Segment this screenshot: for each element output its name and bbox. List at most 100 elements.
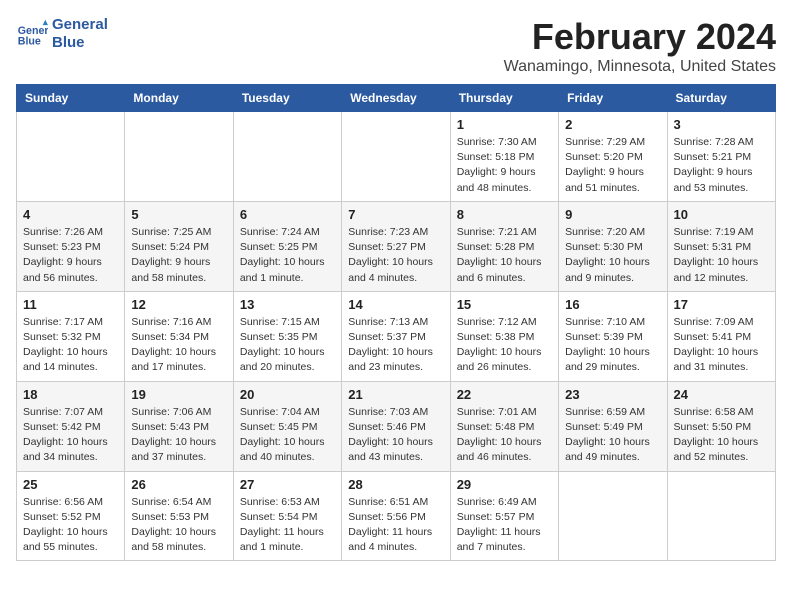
day-number: 18 bbox=[23, 387, 118, 402]
day-number: 6 bbox=[240, 207, 335, 222]
day-number: 12 bbox=[131, 297, 226, 312]
calendar-cell: 20 Sunrise: 7:04 AM Sunset: 5:45 PM Dayli… bbox=[233, 381, 341, 471]
calendar-week-row: 25Sunrise: 6:56 AM Sunset: 5:52 PM Dayli… bbox=[17, 471, 776, 561]
calendar-week-row: 18 Sunrise: 7:07 AM Sunset: 5:42 PM Dayli… bbox=[17, 381, 776, 471]
day-info: Sunrise: 7:30 AM Sunset: 5:18 PM Dayligh… bbox=[457, 135, 552, 196]
calendar-cell: 7 Sunrise: 7:23 AM Sunset: 5:27 PM Daylig… bbox=[342, 201, 450, 291]
weekday-header-wednesday: Wednesday bbox=[342, 85, 450, 112]
day-number: 19 bbox=[131, 387, 226, 402]
calendar-cell: 3Sunrise: 7:28 AM Sunset: 5:21 PM Daylig… bbox=[667, 112, 775, 202]
day-info: Sunrise: 7:06 AM Sunset: 5:43 PM Dayligh… bbox=[131, 405, 226, 466]
weekday-header-sunday: Sunday bbox=[17, 85, 125, 112]
day-number: 27 bbox=[240, 477, 335, 492]
calendar-cell: 25Sunrise: 6:56 AM Sunset: 5:52 PM Dayli… bbox=[17, 471, 125, 561]
day-info: Sunrise: 7:07 AM Sunset: 5:42 PM Dayligh… bbox=[23, 405, 118, 466]
day-number: 23 bbox=[565, 387, 660, 402]
day-number: 9 bbox=[565, 207, 660, 222]
day-info: Sunrise: 7:29 AM Sunset: 5:20 PM Dayligh… bbox=[565, 135, 660, 196]
day-info: Sunrise: 7:03 AM Sunset: 5:46 PM Dayligh… bbox=[348, 405, 443, 466]
svg-text:Blue: Blue bbox=[18, 36, 41, 48]
calendar-cell: 4 Sunrise: 7:26 AM Sunset: 5:23 PM Daylig… bbox=[17, 201, 125, 291]
day-info: Sunrise: 6:53 AM Sunset: 5:54 PM Dayligh… bbox=[240, 495, 335, 556]
day-info: Sunrise: 6:49 AM Sunset: 5:57 PM Dayligh… bbox=[457, 495, 552, 556]
day-info: Sunrise: 6:54 AM Sunset: 5:53 PM Dayligh… bbox=[131, 495, 226, 556]
calendar-cell: 5Sunrise: 7:25 AM Sunset: 5:24 PM Daylig… bbox=[125, 201, 233, 291]
day-info: Sunrise: 7:01 AM Sunset: 5:48 PM Dayligh… bbox=[457, 405, 552, 466]
day-number: 4 bbox=[23, 207, 118, 222]
calendar-cell: 12 Sunrise: 7:16 AM Sunset: 5:34 PM Dayli… bbox=[125, 291, 233, 381]
day-info: Sunrise: 7:13 AM Sunset: 5:37 PM Dayligh… bbox=[348, 315, 443, 376]
calendar-cell bbox=[17, 112, 125, 202]
day-info: Sunrise: 7:04 AM Sunset: 5:45 PM Dayligh… bbox=[240, 405, 335, 466]
calendar-cell: 26 Sunrise: 6:54 AM Sunset: 5:53 PM Dayli… bbox=[125, 471, 233, 561]
calendar-cell: 22 Sunrise: 7:01 AM Sunset: 5:48 PM Dayli… bbox=[450, 381, 558, 471]
day-info: Sunrise: 6:51 AM Sunset: 5:56 PM Dayligh… bbox=[348, 495, 443, 556]
calendar-cell: 15 Sunrise: 7:12 AM Sunset: 5:38 PM Dayli… bbox=[450, 291, 558, 381]
weekday-header-friday: Friday bbox=[559, 85, 667, 112]
calendar-cell: 29 Sunrise: 6:49 AM Sunset: 5:57 PM Dayli… bbox=[450, 471, 558, 561]
page-header: General Blue General Blue February 2024 … bbox=[16, 16, 776, 76]
day-number: 22 bbox=[457, 387, 552, 402]
day-number: 14 bbox=[348, 297, 443, 312]
weekday-header-thursday: Thursday bbox=[450, 85, 558, 112]
calendar-cell: 16 Sunrise: 7:10 AM Sunset: 5:39 PM Dayli… bbox=[559, 291, 667, 381]
logo-line2: Blue bbox=[52, 34, 108, 52]
calendar-header: SundayMondayTuesdayWednesdayThursdayFrid… bbox=[17, 85, 776, 112]
day-number: 29 bbox=[457, 477, 552, 492]
calendar-week-row: 4 Sunrise: 7:26 AM Sunset: 5:23 PM Daylig… bbox=[17, 201, 776, 291]
calendar-week-row: 11Sunrise: 7:17 AM Sunset: 5:32 PM Dayli… bbox=[17, 291, 776, 381]
calendar-cell: 13 Sunrise: 7:15 AM Sunset: 5:35 PM Dayli… bbox=[233, 291, 341, 381]
calendar-cell bbox=[125, 112, 233, 202]
day-info: Sunrise: 6:56 AM Sunset: 5:52 PM Dayligh… bbox=[23, 495, 118, 556]
day-number: 21 bbox=[348, 387, 443, 402]
title-block: February 2024 Wanamingo, Minnesota, Unit… bbox=[504, 16, 776, 76]
calendar-cell: 11Sunrise: 7:17 AM Sunset: 5:32 PM Dayli… bbox=[17, 291, 125, 381]
day-number: 7 bbox=[348, 207, 443, 222]
calendar-cell bbox=[342, 112, 450, 202]
calendar-cell bbox=[559, 471, 667, 561]
day-number: 11 bbox=[23, 297, 118, 312]
day-info: Sunrise: 7:16 AM Sunset: 5:34 PM Dayligh… bbox=[131, 315, 226, 376]
calendar-cell: 14 Sunrise: 7:13 AM Sunset: 5:37 PM Dayli… bbox=[342, 291, 450, 381]
day-info: Sunrise: 7:28 AM Sunset: 5:21 PM Dayligh… bbox=[674, 135, 769, 196]
calendar-cell: 27 Sunrise: 6:53 AM Sunset: 5:54 PM Dayli… bbox=[233, 471, 341, 561]
logo-icon: General Blue bbox=[16, 18, 48, 50]
location: Wanamingo, Minnesota, United States bbox=[504, 58, 776, 76]
day-number: 2 bbox=[565, 117, 660, 132]
day-info: Sunrise: 7:12 AM Sunset: 5:38 PM Dayligh… bbox=[457, 315, 552, 376]
day-info: Sunrise: 7:19 AM Sunset: 5:31 PM Dayligh… bbox=[674, 225, 769, 286]
day-info: Sunrise: 7:10 AM Sunset: 5:39 PM Dayligh… bbox=[565, 315, 660, 376]
day-info: Sunrise: 7:21 AM Sunset: 5:28 PM Dayligh… bbox=[457, 225, 552, 286]
calendar-cell: 2 Sunrise: 7:29 AM Sunset: 5:20 PM Daylig… bbox=[559, 112, 667, 202]
day-number: 20 bbox=[240, 387, 335, 402]
day-number: 5 bbox=[131, 207, 226, 222]
day-info: Sunrise: 7:24 AM Sunset: 5:25 PM Dayligh… bbox=[240, 225, 335, 286]
day-number: 28 bbox=[348, 477, 443, 492]
day-number: 13 bbox=[240, 297, 335, 312]
calendar-cell: 28 Sunrise: 6:51 AM Sunset: 5:56 PM Dayli… bbox=[342, 471, 450, 561]
day-number: 17 bbox=[674, 297, 769, 312]
calendar-cell: 10Sunrise: 7:19 AM Sunset: 5:31 PM Dayli… bbox=[667, 201, 775, 291]
calendar-cell: 1 Sunrise: 7:30 AM Sunset: 5:18 PM Daylig… bbox=[450, 112, 558, 202]
day-info: Sunrise: 6:59 AM Sunset: 5:49 PM Dayligh… bbox=[565, 405, 660, 466]
calendar-cell: 18 Sunrise: 7:07 AM Sunset: 5:42 PM Dayli… bbox=[17, 381, 125, 471]
day-info: Sunrise: 7:15 AM Sunset: 5:35 PM Dayligh… bbox=[240, 315, 335, 376]
calendar-cell bbox=[233, 112, 341, 202]
day-number: 1 bbox=[457, 117, 552, 132]
day-number: 15 bbox=[457, 297, 552, 312]
logo: General Blue General Blue bbox=[16, 16, 108, 52]
day-number: 26 bbox=[131, 477, 226, 492]
calendar-cell: 8Sunrise: 7:21 AM Sunset: 5:28 PM Daylig… bbox=[450, 201, 558, 291]
day-info: Sunrise: 7:26 AM Sunset: 5:23 PM Dayligh… bbox=[23, 225, 118, 286]
calendar-cell: 17Sunrise: 7:09 AM Sunset: 5:41 PM Dayli… bbox=[667, 291, 775, 381]
weekday-header-saturday: Saturday bbox=[667, 85, 775, 112]
day-number: 16 bbox=[565, 297, 660, 312]
calendar-body: 1 Sunrise: 7:30 AM Sunset: 5:18 PM Daylig… bbox=[17, 112, 776, 561]
day-info: Sunrise: 7:23 AM Sunset: 5:27 PM Dayligh… bbox=[348, 225, 443, 286]
day-info: Sunrise: 7:20 AM Sunset: 5:30 PM Dayligh… bbox=[565, 225, 660, 286]
logo-line1: General bbox=[52, 16, 108, 34]
calendar-cell: 19 Sunrise: 7:06 AM Sunset: 5:43 PM Dayli… bbox=[125, 381, 233, 471]
month-year: February 2024 bbox=[504, 16, 776, 58]
day-info: Sunrise: 6:58 AM Sunset: 5:50 PM Dayligh… bbox=[674, 405, 769, 466]
calendar-cell: 9 Sunrise: 7:20 AM Sunset: 5:30 PM Daylig… bbox=[559, 201, 667, 291]
